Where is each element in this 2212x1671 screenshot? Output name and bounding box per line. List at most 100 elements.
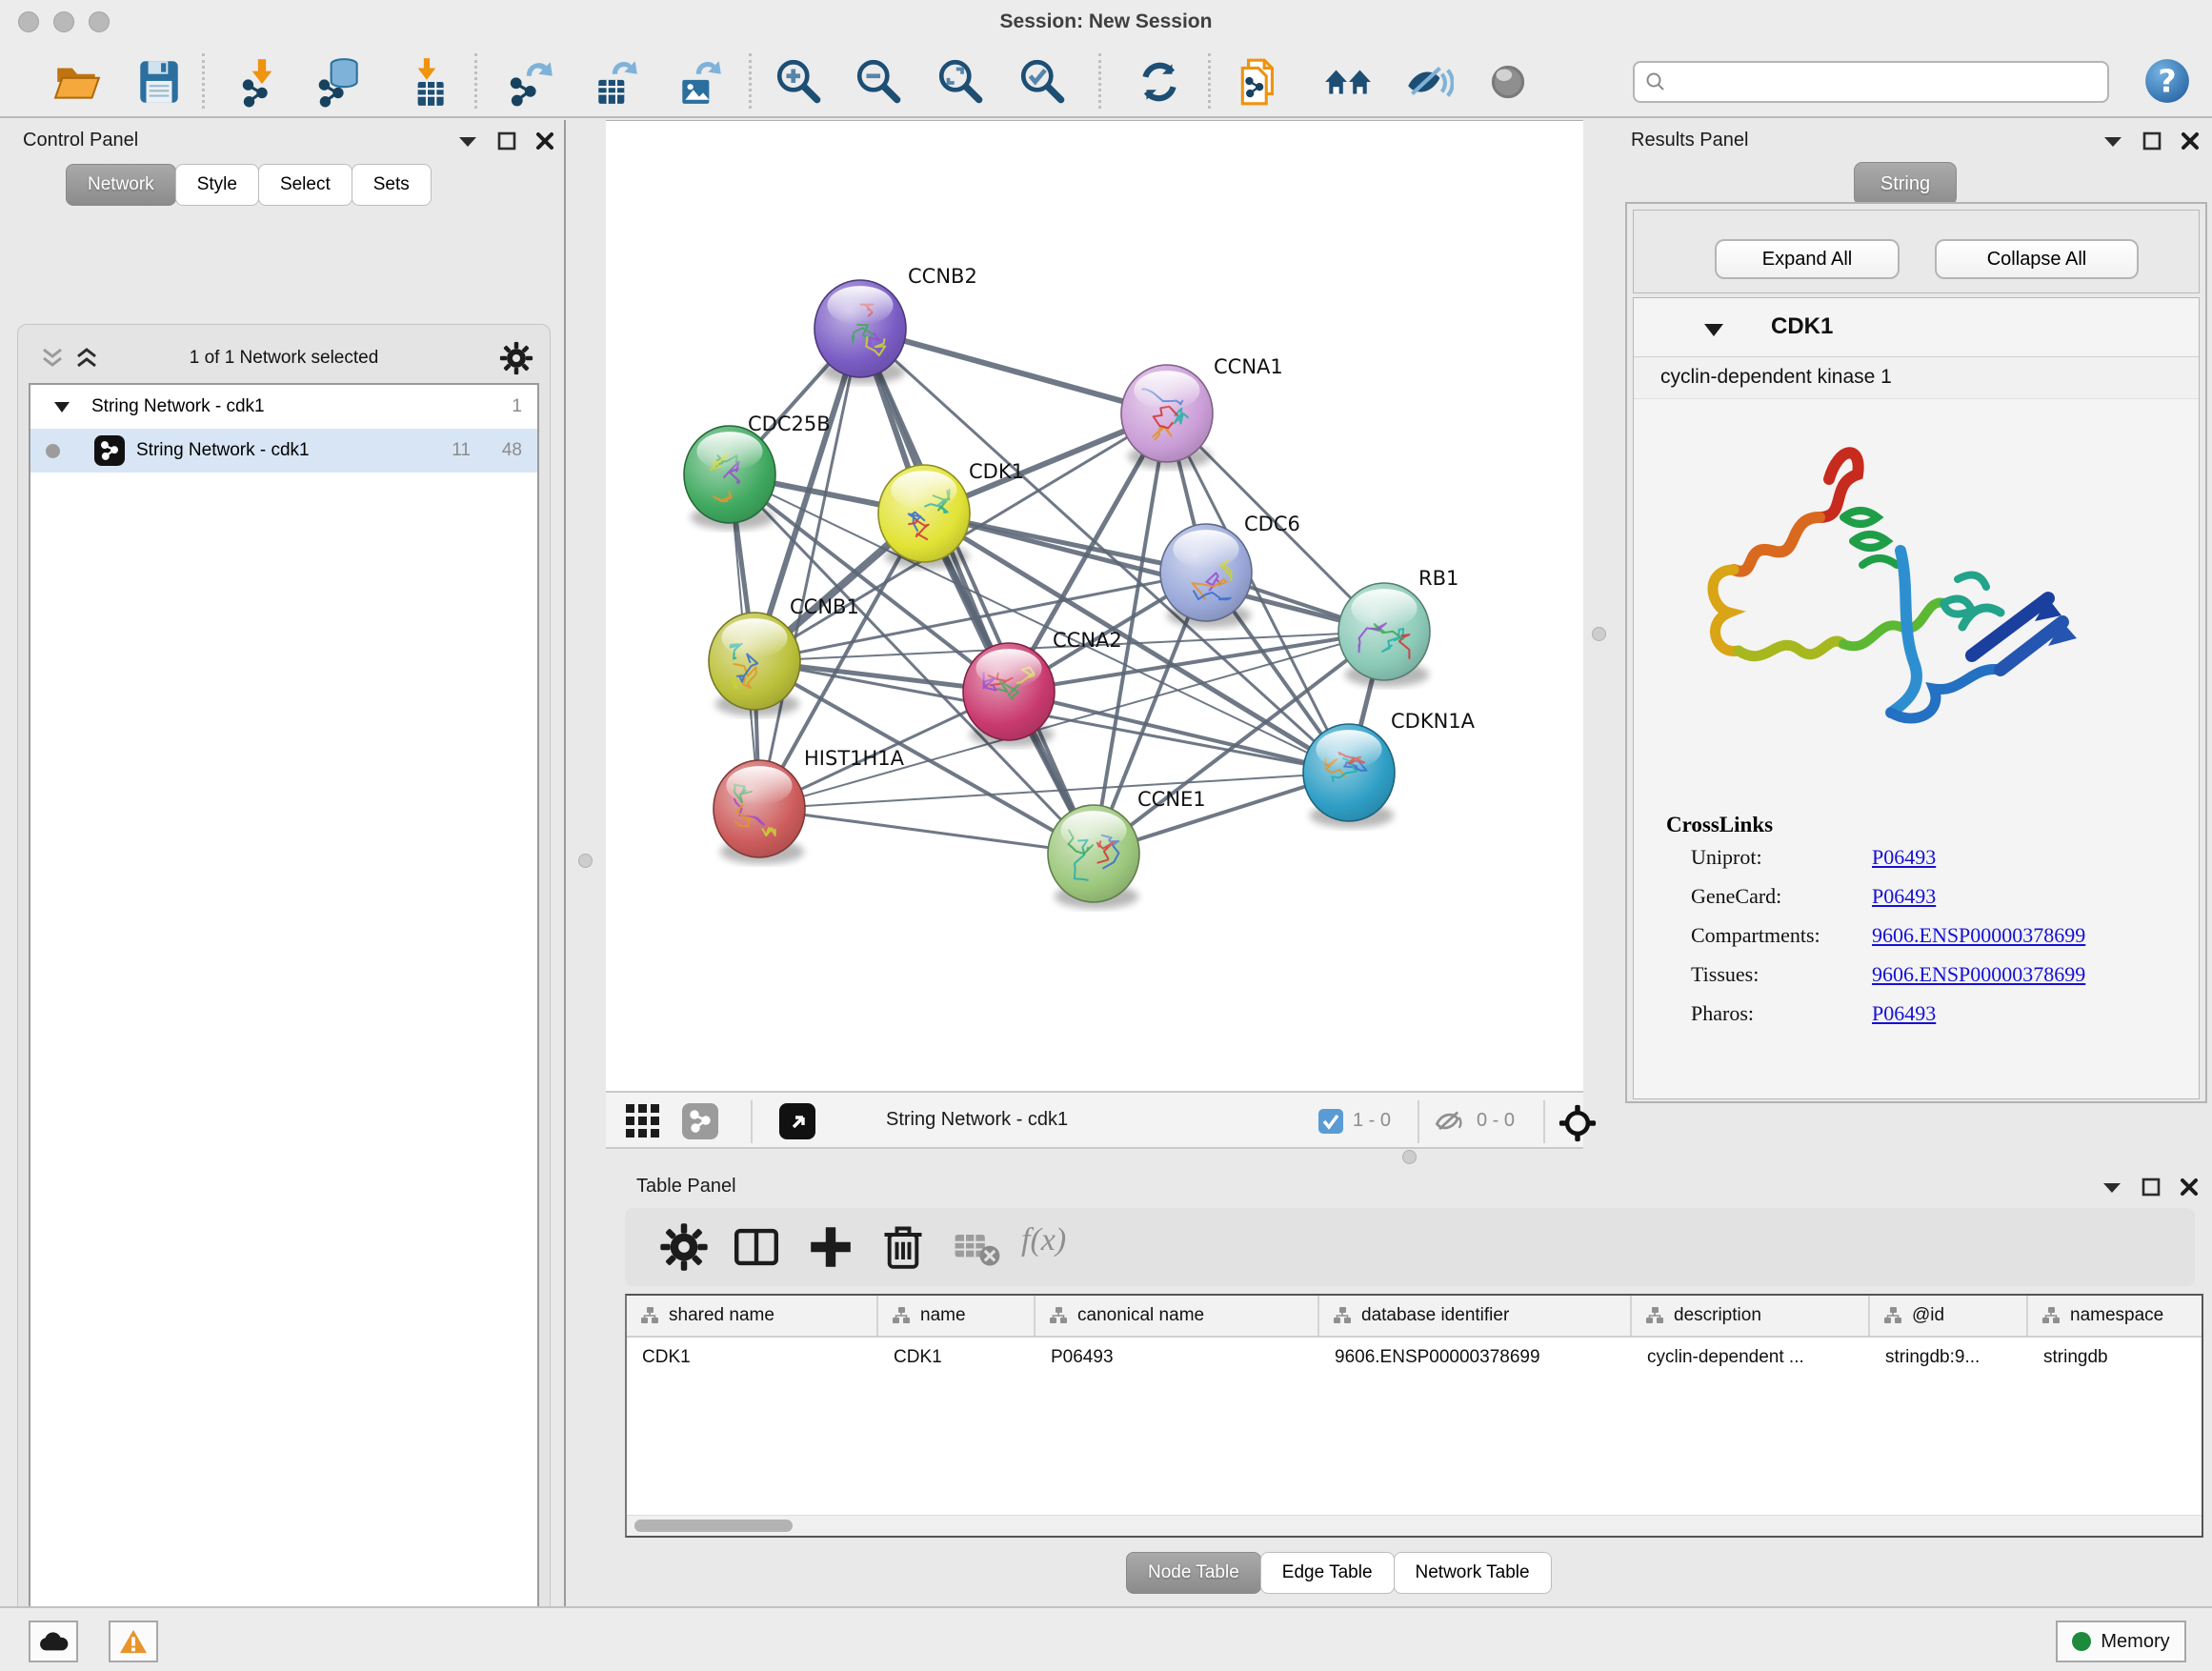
node-HIST1H1A[interactable] (714, 760, 805, 864)
network-canvas[interactable]: CCNB2CCNA1CDC25BCDK1CDC6RB1CCNB1CCNA2CDK… (606, 120, 1583, 1091)
tab-network-table[interactable]: Network Table (1394, 1552, 1552, 1594)
tab-style[interactable]: Style (175, 164, 259, 206)
node-CCNB1[interactable] (709, 613, 800, 716)
save-session-icon[interactable] (133, 56, 185, 108)
column-header-namespace[interactable]: namespace (2028, 1296, 2203, 1336)
column-header-canonical-name[interactable]: canonical name (1036, 1296, 1319, 1336)
close-panel-icon[interactable] (2181, 131, 2200, 151)
edge-CCNB2-HIST1H1A[interactable] (759, 329, 860, 809)
right-splitter-knob[interactable] (1592, 627, 1606, 641)
delete-column-icon[interactable] (878, 1222, 928, 1272)
node-RB1[interactable] (1338, 583, 1430, 687)
column-header-description[interactable]: description (1632, 1296, 1870, 1336)
left-splitter[interactable] (566, 120, 606, 1606)
node-CDC6[interactable] (1160, 524, 1252, 628)
fit-selected-crosshair-icon[interactable] (1558, 1104, 1597, 1142)
zoom-out-icon[interactable] (854, 56, 905, 108)
node-CCNA1[interactable] (1121, 365, 1213, 469)
crosslink-link[interactable]: P06493 (1872, 845, 1936, 870)
crosslink-link[interactable]: P06493 (1872, 1001, 1936, 1026)
export-network-icon[interactable] (505, 56, 556, 108)
import-network-database-icon[interactable] (314, 56, 366, 108)
tab-edge-table[interactable]: Edge Table (1260, 1552, 1395, 1594)
column-header--id[interactable]: @id (1870, 1296, 2028, 1336)
tab-select[interactable]: Select (258, 164, 352, 206)
node-CDKN1A[interactable] (1303, 724, 1395, 828)
table-horizontal-scrollbar[interactable] (627, 1515, 2202, 1536)
show-columns-icon[interactable] (732, 1222, 781, 1272)
horizontal-splitter[interactable] (606, 1149, 2212, 1166)
panel-menu-icon[interactable] (457, 133, 478, 149)
edge-CCNE1-HIST1H1A[interactable] (759, 809, 1094, 854)
view-grid-icon[interactable] (625, 1103, 661, 1139)
tab-sets[interactable]: Sets (352, 164, 432, 206)
tab-node-table[interactable]: Node Table (1126, 1552, 1261, 1594)
selected-checkbox-icon[interactable] (1318, 1109, 1343, 1134)
delete-table-icon[interactable] (953, 1222, 1002, 1272)
import-network-file-icon[interactable] (236, 56, 288, 108)
import-table-file-icon[interactable] (402, 56, 453, 108)
tree-row-network[interactable]: String Network - cdk1 11 48 (30, 429, 537, 473)
collapse-section-icon[interactable] (1702, 321, 1725, 338)
zoom-fit-icon[interactable] (935, 56, 987, 108)
search-box[interactable] (1633, 61, 2109, 103)
memory-button[interactable]: Memory (2056, 1621, 2186, 1662)
zoom-in-icon[interactable] (774, 56, 825, 108)
float-panel-icon[interactable] (2142, 131, 2162, 151)
help-icon[interactable]: ? (2142, 55, 2193, 107)
network-options-gear-icon[interactable] (499, 341, 533, 375)
column-header-name[interactable]: name (878, 1296, 1036, 1336)
node-CDC25B[interactable] (684, 426, 775, 530)
node-CDK1[interactable] (878, 465, 970, 569)
edge-CCNB2-CCNE1[interactable] (860, 329, 1094, 854)
table-row[interactable]: CDK1CDK1P064939606.ENSP00000378699cyclin… (627, 1338, 2202, 1379)
refresh-view-icon[interactable] (1134, 56, 1185, 108)
open-session-icon[interactable] (52, 56, 104, 108)
search-input[interactable] (1667, 71, 2086, 92)
create-column-icon[interactable] (806, 1222, 855, 1272)
node-table[interactable]: shared namenamecanonical namedatabase id… (625, 1294, 2203, 1538)
hidden-eye-icon[interactable] (1433, 1107, 1467, 1136)
crosslink-link[interactable]: 9606.ENSP00000378699 (1872, 923, 2085, 948)
warnings-button[interactable] (109, 1621, 158, 1662)
horizontal-splitter-knob[interactable] (1402, 1150, 1417, 1164)
close-panel-icon[interactable] (2180, 1178, 2199, 1197)
toolbar-separator (1418, 1100, 1419, 1143)
node-CCNE1[interactable] (1048, 805, 1139, 909)
tree-expander-icon[interactable] (53, 400, 70, 413)
column-header-shared-name[interactable]: shared name (627, 1296, 878, 1336)
zoom-selected-icon[interactable] (1017, 56, 1069, 108)
close-panel-icon[interactable] (535, 131, 554, 151)
table-options-gear-icon[interactable] (659, 1222, 709, 1272)
right-splitter[interactable] (1583, 120, 1615, 1149)
window-title: Session: New Session (0, 10, 2212, 33)
panel-menu-icon[interactable] (2101, 1179, 2122, 1195)
tab-network[interactable]: Network (66, 164, 176, 206)
first-neighbors-icon[interactable] (1322, 56, 1374, 108)
view-network-icon[interactable] (682, 1103, 718, 1139)
export-image-icon[interactable] (674, 56, 726, 108)
export-table-icon[interactable] (591, 56, 642, 108)
function-builder-icon[interactable]: f(x) (1021, 1222, 1107, 1272)
float-panel-icon[interactable] (2142, 1178, 2161, 1197)
presentation-orb-icon[interactable] (1482, 56, 1534, 108)
tree-row-collection[interactable]: String Network - cdk1 1 (30, 385, 537, 429)
expand-all-button[interactable]: Expand All (1715, 239, 1900, 279)
collapse-all-button[interactable]: Collapse All (1935, 239, 2139, 279)
scrollbar-thumb[interactable] (634, 1520, 793, 1532)
left-splitter-knob[interactable] (578, 854, 593, 868)
column-header-database-identifier[interactable]: database identifier (1319, 1296, 1632, 1336)
copy-style-icon[interactable] (1235, 56, 1286, 108)
toolbar-separator (1098, 53, 1101, 109)
cloud-status-button[interactable] (29, 1621, 78, 1662)
node-CCNA2[interactable] (963, 643, 1055, 747)
hide-selected-icon[interactable] (1402, 56, 1454, 108)
detach-view-icon[interactable] (779, 1103, 815, 1139)
float-panel-icon[interactable] (497, 131, 516, 151)
crosslink-link[interactable]: P06493 (1872, 884, 1936, 909)
crosslink-link[interactable]: 9606.ENSP00000378699 (1872, 962, 2085, 987)
node-CCNB2[interactable] (814, 280, 906, 384)
panel-menu-icon[interactable] (2102, 133, 2123, 149)
protein-card-header[interactable]: CDK1 (1634, 298, 2199, 357)
tab-string[interactable]: String (1854, 162, 1957, 206)
